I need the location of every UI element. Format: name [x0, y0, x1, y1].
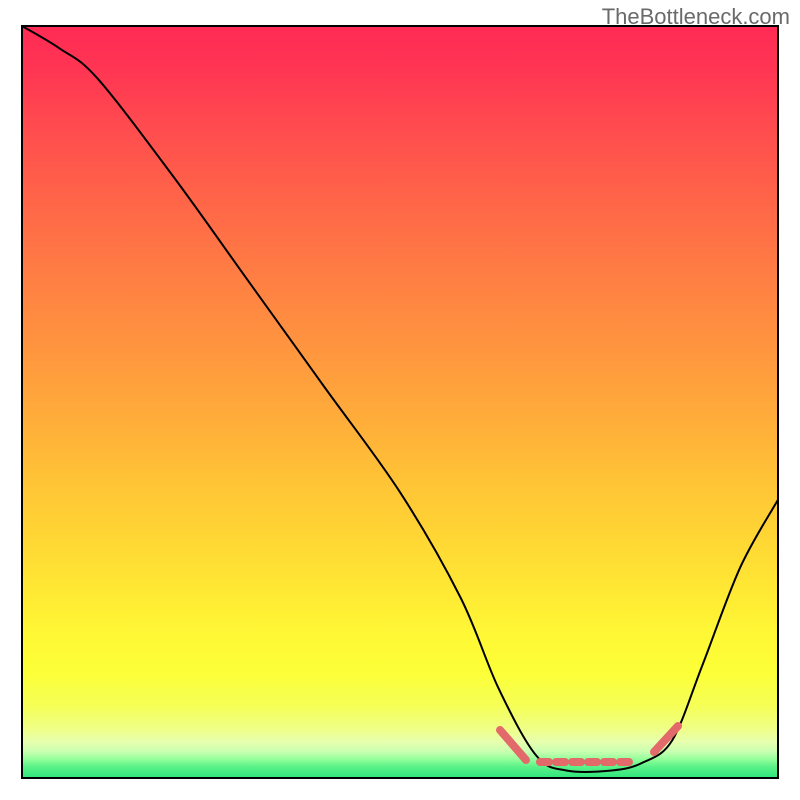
- gradient-fill: [22, 26, 778, 778]
- chart-container: TheBottleneck.com: [0, 0, 800, 800]
- bottleneck-plot: [0, 0, 800, 800]
